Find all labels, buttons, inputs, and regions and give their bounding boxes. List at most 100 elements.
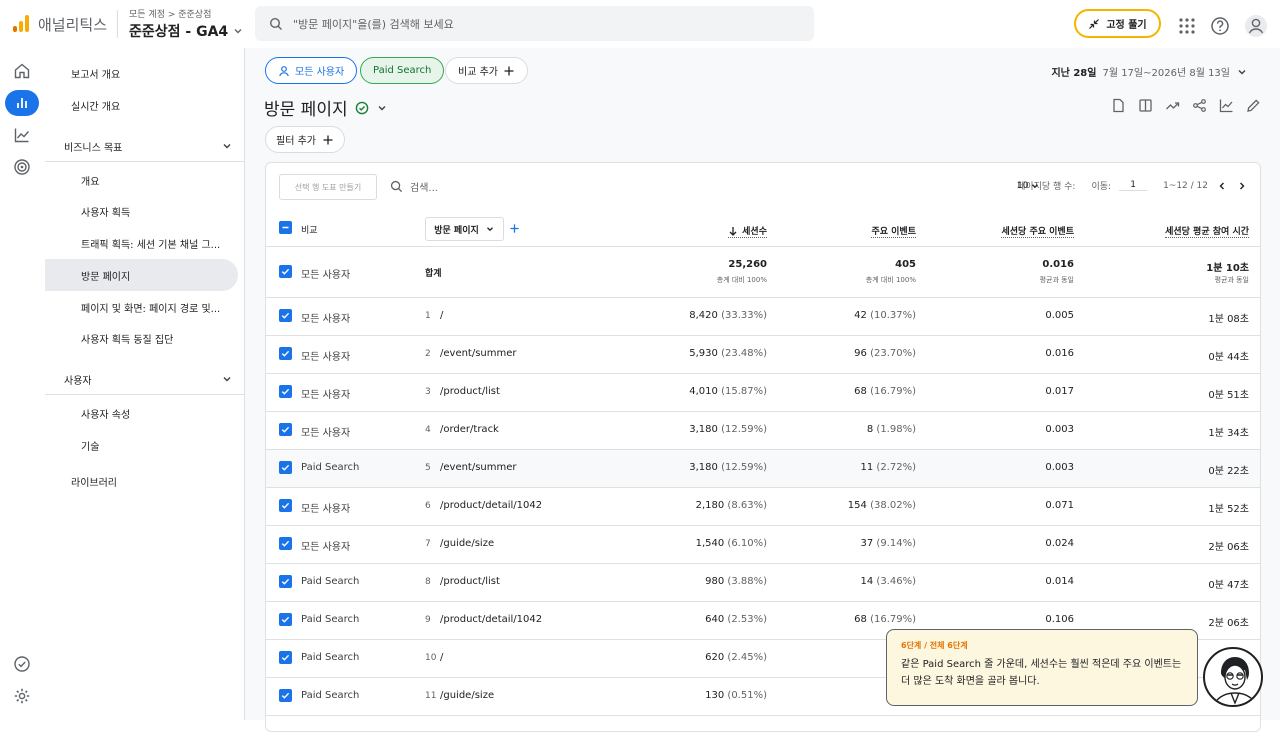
add-dimension-plus-icon[interactable] bbox=[509, 223, 520, 234]
document-icon[interactable] bbox=[1111, 98, 1126, 113]
nav-library[interactable]: 라이브러리 bbox=[45, 465, 239, 497]
header-key-events[interactable]: 주요 이벤트 bbox=[871, 224, 916, 238]
add-comparison-button[interactable]: 비교 추가 bbox=[445, 57, 528, 84]
row-checkbox[interactable] bbox=[279, 309, 292, 322]
analytics-logo-icon[interactable] bbox=[13, 14, 29, 32]
nav-item-overview[interactable]: 개요 bbox=[45, 164, 239, 196]
sessions-cell: 2,180 (8.63%) bbox=[696, 500, 767, 511]
chevron-down-icon bbox=[234, 29, 242, 34]
header-events-per-session[interactable]: 세션당 주요 이벤트 bbox=[1001, 224, 1074, 238]
row-checkbox[interactable] bbox=[279, 347, 292, 360]
segment-label: 모든 사용자 bbox=[301, 352, 351, 363]
search-input[interactable]: "방문 페이지"을(를) 검색해 보세요 bbox=[255, 6, 814, 41]
nav-item-traffic-acquisition[interactable]: 트래픽 획득: 세션 기본 채널 그... bbox=[45, 227, 239, 259]
segment-label: Paid Search bbox=[301, 614, 360, 625]
reports-icon[interactable] bbox=[5, 90, 39, 116]
edit-pencil-icon[interactable] bbox=[1246, 98, 1261, 113]
header-sessions[interactable]: 세션수 bbox=[728, 224, 767, 238]
row-checkbox[interactable] bbox=[279, 575, 292, 588]
chevron-right-icon[interactable] bbox=[1236, 180, 1248, 192]
insights-trend-icon[interactable] bbox=[1165, 98, 1180, 113]
chevron-down-icon bbox=[486, 227, 493, 232]
nav-section-business-goals[interactable]: 비즈니스 목표 bbox=[45, 130, 243, 162]
table-row-total: 모든 사용자 합계 25,260 총계 대비 100% 405 총계 대비 10… bbox=[266, 247, 1260, 298]
nav-item-user-attributes[interactable]: 사용자 속성 bbox=[45, 397, 239, 429]
row-checkbox[interactable] bbox=[279, 613, 292, 626]
nav-realtime[interactable]: 실시간 개요 bbox=[45, 89, 239, 121]
row-checkbox[interactable] bbox=[279, 423, 292, 436]
row-checkbox[interactable] bbox=[279, 537, 292, 550]
row-checkbox[interactable] bbox=[279, 651, 292, 664]
nav-item-tech[interactable]: 기술 bbox=[45, 429, 239, 461]
landing-page-path[interactable]: /guide/size bbox=[440, 538, 494, 549]
chart-line-icon[interactable] bbox=[1219, 98, 1234, 113]
key-events-value: 8 bbox=[866, 424, 874, 435]
sessions-pct: (23.48%) bbox=[721, 348, 767, 359]
landing-page-path[interactable]: /guide/size bbox=[440, 690, 494, 701]
chevron-left-icon[interactable] bbox=[1216, 180, 1228, 192]
landing-page-path[interactable]: /product/list bbox=[440, 386, 500, 397]
rows-per-page-select[interactable]: 10 bbox=[1017, 181, 1040, 191]
segment-label: 모든 사용자 bbox=[301, 314, 351, 325]
app-name[interactable]: 애널리틱스 bbox=[38, 14, 107, 35]
header-avg-engagement[interactable]: 세션당 평균 참여 시간 bbox=[1165, 224, 1249, 238]
make-chart-button[interactable]: 선택 행 도표 만들기 bbox=[279, 174, 377, 200]
segment-chip-paid-search[interactable]: Paid Search bbox=[360, 57, 445, 84]
landing-page-path[interactable]: /event/summer bbox=[440, 462, 517, 473]
sessions-pct: (12.59%) bbox=[721, 462, 767, 473]
total-avg-time-sub: 평균과 동일 bbox=[1214, 276, 1249, 284]
key-events-pct: (23.70%) bbox=[870, 348, 916, 359]
landing-page-path[interactable]: /product/list bbox=[440, 576, 500, 587]
segment-chip-all-users[interactable]: 모든 사용자 bbox=[265, 57, 358, 84]
landing-page-path[interactable]: / bbox=[440, 652, 443, 663]
home-icon[interactable] bbox=[11, 60, 33, 82]
date-range-picker[interactable]: 지난 28일 7월 17일~2026년 8월 13일 bbox=[1051, 64, 1248, 79]
unpin-button[interactable]: 고정 풀기 bbox=[1074, 9, 1161, 38]
goto-page-input[interactable]: 1 bbox=[1119, 180, 1148, 191]
sessions-value: 2,180 bbox=[695, 500, 725, 511]
account-avatar-icon[interactable] bbox=[1244, 14, 1268, 38]
nav-item-user-acquisition[interactable]: 사용자 획득 bbox=[45, 195, 239, 227]
sessions-cell: 980 (3.88%) bbox=[705, 576, 767, 587]
explore-icon[interactable] bbox=[11, 124, 33, 146]
help-icon[interactable] bbox=[1210, 16, 1230, 36]
page-title-text: 방문 페이지 bbox=[264, 100, 348, 120]
table-search-input[interactable]: 검색... bbox=[390, 179, 438, 194]
compare-toggle-checkbox[interactable] bbox=[279, 221, 292, 234]
checklist-icon[interactable] bbox=[11, 653, 33, 675]
key-events-pct: (9.14%) bbox=[876, 538, 916, 549]
unpin-label: 고정 풀기 bbox=[1106, 20, 1147, 31]
nav-item-pages-screens[interactable]: 페이지 및 화면: 페이지 경로 및... bbox=[45, 291, 239, 323]
tutorial-tooltip: 6단계 / 전체 6단계 같은 Paid Search 줄 가운데, 세션수는 … bbox=[886, 629, 1198, 706]
segment-label: Paid Search bbox=[301, 576, 360, 587]
row-index: 1 bbox=[425, 311, 431, 321]
landing-page-path[interactable]: /product/detail/1042 bbox=[440, 500, 542, 511]
nav-section-user[interactable]: 사용자 bbox=[45, 363, 243, 395]
landing-page-path[interactable]: /event/summer bbox=[440, 348, 517, 359]
dimension-selector[interactable]: 방문 페이지 bbox=[425, 217, 504, 241]
row-checkbox[interactable] bbox=[279, 385, 292, 398]
chevron-down-icon[interactable] bbox=[376, 102, 388, 114]
key-events-value: 68 bbox=[854, 614, 867, 625]
row-checkbox[interactable] bbox=[279, 461, 292, 474]
events-per-session-cell: 0.003 bbox=[1045, 424, 1074, 435]
row-checkbox[interactable] bbox=[279, 265, 292, 278]
landing-page-path[interactable]: /product/detail/1042 bbox=[440, 614, 542, 625]
landing-page-path[interactable]: / bbox=[440, 310, 443, 321]
add-filter-button[interactable]: 필터 추가 bbox=[265, 126, 345, 153]
nav-report-overview[interactable]: 보고서 개요 bbox=[45, 57, 239, 89]
nav-item-cohort[interactable]: 사용자 획득 동질 집단 bbox=[45, 322, 239, 354]
share-icon[interactable] bbox=[1192, 98, 1207, 113]
settings-gear-icon[interactable] bbox=[11, 685, 33, 707]
nav-item-landing-page[interactable]: 방문 페이지 bbox=[45, 259, 238, 291]
compare-columns-icon[interactable] bbox=[1138, 98, 1153, 113]
row-checkbox[interactable] bbox=[279, 689, 292, 702]
key-events-cell: 96 (23.70%) bbox=[854, 348, 916, 359]
apps-grid-icon[interactable] bbox=[1178, 17, 1196, 35]
compare-label: 비교 bbox=[301, 226, 318, 236]
landing-page-path[interactable]: /order/track bbox=[440, 424, 499, 435]
advertising-icon[interactable] bbox=[11, 156, 33, 178]
row-checkbox[interactable] bbox=[279, 499, 292, 512]
sessions-cell: 8,420 (33.33%) bbox=[689, 310, 767, 321]
account-selector[interactable]: 준준상점 - GA4 bbox=[129, 21, 244, 41]
